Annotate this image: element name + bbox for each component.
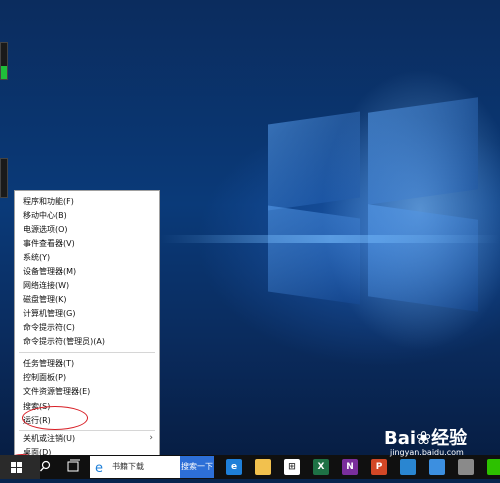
windows-wallpaper-pane — [268, 111, 360, 211]
ie-icon: e — [95, 461, 103, 474]
app-icon[interactable] — [458, 459, 474, 475]
onenote-icon[interactable]: N — [342, 459, 358, 475]
taskbar: e 书籍下载 搜索一下 e ⊞ X N P — [0, 455, 500, 479]
file-explorer-icon[interactable] — [255, 459, 271, 475]
app-icon[interactable] — [429, 459, 445, 475]
menu-item-label: 关机或注销(U) — [23, 434, 76, 443]
windows-wallpaper-pane — [368, 97, 478, 205]
browser-search-field[interactable]: e 书籍下载 — [90, 456, 180, 478]
watermark-logo-text: Bai❀经验 — [384, 428, 468, 449]
start-button[interactable] — [0, 455, 40, 479]
search-icon[interactable] — [38, 455, 52, 479]
svg-text:e: e — [95, 461, 103, 474]
wechat-icon[interactable] — [487, 459, 500, 475]
desktop-gadget-meter[interactable] — [0, 42, 8, 80]
search-button[interactable]: 搜索一下 — [180, 456, 214, 478]
menu-item-system[interactable]: 系统(Y) — [15, 251, 159, 264]
desktop-gadget-meter[interactable] — [0, 158, 8, 198]
windows-wallpaper-pane — [368, 204, 478, 312]
search-field-value: 书籍下载 — [112, 462, 144, 471]
annotation-circle-run — [22, 406, 88, 430]
menu-item-mobility-center[interactable]: 移动中心(B) — [15, 209, 159, 222]
chevron-right-icon: › — [149, 433, 153, 443]
meter-fill — [1, 66, 7, 79]
menu-item-control-panel[interactable]: 控制面板(P) — [15, 371, 159, 384]
menu-item-task-manager[interactable]: 任务管理器(T) — [15, 357, 159, 370]
photoshop-icon[interactable] — [400, 459, 416, 475]
menu-item-file-explorer[interactable]: 文件资源管理器(E) — [15, 385, 159, 398]
excel-icon[interactable]: X — [313, 459, 329, 475]
windows-wallpaper-pane — [268, 205, 360, 305]
menu-item-shutdown-signout[interactable]: 关机或注销(U) › — [15, 432, 159, 445]
menu-item-device-manager[interactable]: 设备管理器(M) — [15, 265, 159, 278]
menu-item-network-connections[interactable]: 网络连接(W) — [15, 279, 159, 292]
edge-icon[interactable]: e — [226, 459, 242, 475]
powerpoint-icon[interactable]: P — [371, 459, 387, 475]
task-view-icon[interactable] — [66, 455, 80, 479]
menu-item-command-prompt[interactable]: 命令提示符(C) — [15, 321, 159, 334]
menu-item-power-options[interactable]: 电源选项(O) — [15, 223, 159, 236]
menu-separator — [19, 430, 155, 431]
menu-item-command-prompt-admin[interactable]: 命令提示符(管理员)(A) — [15, 335, 159, 348]
watermark-url: jingyan.baidu.com — [390, 448, 464, 457]
menu-item-event-viewer[interactable]: 事件查看器(V) — [15, 237, 159, 250]
menu-item-programs-features[interactable]: 程序和功能(F) — [15, 195, 159, 208]
baidu-jingyan-watermark: Bai❀经验 jingyan.baidu.com — [384, 424, 467, 457]
windows-logo-icon — [11, 462, 22, 473]
store-icon[interactable]: ⊞ — [284, 459, 300, 475]
menu-separator — [19, 352, 155, 353]
wallpaper-light-ray — [160, 235, 500, 243]
menu-item-computer-management[interactable]: 计算机管理(G) — [15, 307, 159, 320]
menu-item-disk-management[interactable]: 磁盘管理(K) — [15, 293, 159, 306]
